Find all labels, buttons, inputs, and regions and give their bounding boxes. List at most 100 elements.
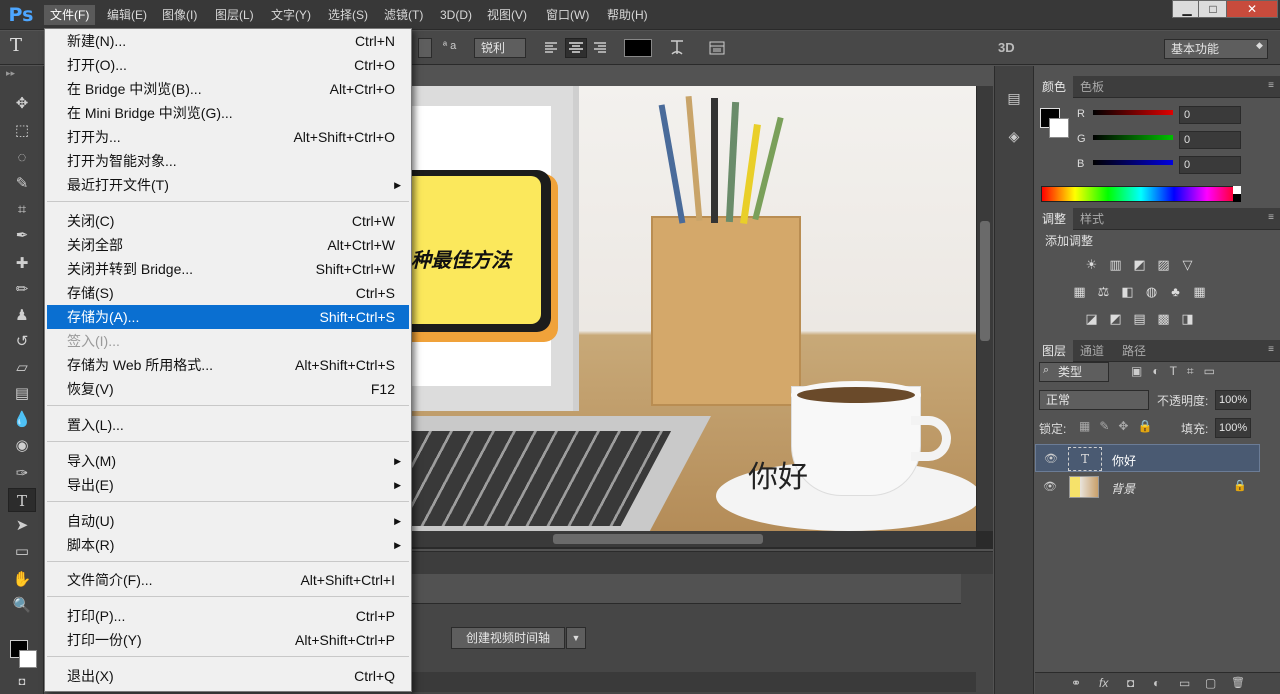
gradient-tool-icon[interactable]: ▤ xyxy=(8,382,36,406)
eyedropper-tool-icon[interactable]: ✒ xyxy=(8,224,36,248)
lock-icons[interactable]: ▦✎✥🔒 xyxy=(1079,419,1161,433)
menu-item-close-go-bridge[interactable]: 关闭并转到 Bridge... Shift+Ctrl+W xyxy=(47,257,409,281)
menu-item-print-one-copy[interactable]: 打印一份(Y) Alt+Shift+Ctrl+P xyxy=(47,628,409,652)
history-panel-icon[interactable]: ▤ xyxy=(1004,90,1024,110)
path-select-icon[interactable]: ➤ xyxy=(8,514,36,538)
menu-filter[interactable]: 滤镜(T) xyxy=(378,5,429,25)
3d-mode-label[interactable]: 3D xyxy=(998,40,1015,55)
channel-g-slider[interactable] xyxy=(1093,135,1173,140)
link-layers-icon[interactable]: ⚭ xyxy=(1071,676,1081,690)
rectangle-tool-icon[interactable]: ▭ xyxy=(8,540,36,564)
channel-mixer-icon[interactable]: ♣ xyxy=(1167,284,1184,299)
vibrance-icon[interactable]: ▽ xyxy=(1179,257,1196,272)
fx-icon[interactable]: fx xyxy=(1099,676,1108,690)
menu-item-automate[interactable]: 自动(U) ▶ xyxy=(47,509,409,533)
menu-item-place[interactable]: 置入(L)... xyxy=(47,413,409,437)
menu-item-open-as[interactable]: 打开为... Alt+Shift+Ctrl+O xyxy=(47,125,409,149)
close-button[interactable]: ✕ xyxy=(1226,0,1278,18)
new-layer-icon[interactable]: ▢ xyxy=(1205,676,1216,690)
create-video-timeline-button[interactable]: 创建视频时间轴 xyxy=(451,627,565,649)
align-left-icon[interactable] xyxy=(543,40,559,56)
menu-item-scripts[interactable]: 脚本(R) ▶ xyxy=(47,533,409,557)
opacity-input[interactable]: 100% xyxy=(1215,390,1251,410)
antialias-select[interactable]: 锐利 xyxy=(474,38,526,58)
zoom-tool-icon[interactable]: 🔍 xyxy=(8,594,36,618)
layer-name[interactable]: 背景 xyxy=(1111,480,1135,497)
menu-item-new[interactable]: 新建(N)... Ctrl+N xyxy=(47,29,409,53)
menu-item-save-as[interactable]: 存储为(A)... Shift+Ctrl+S xyxy=(47,305,409,329)
menu-help[interactable]: 帮助(H) xyxy=(601,5,654,25)
horizontal-scrollbar[interactable] xyxy=(411,531,976,547)
invert-icon[interactable]: ◪ xyxy=(1083,311,1100,326)
menu-view[interactable]: 视图(V) xyxy=(481,5,533,25)
properties-panel-icon[interactable]: ◈ xyxy=(1004,128,1024,148)
tab-color[interactable]: 颜色 xyxy=(1035,76,1074,98)
quick-select-tool-icon[interactable]: ✎ xyxy=(8,172,36,196)
color-balance-icon[interactable]: ⚖ xyxy=(1095,284,1112,299)
visibility-eye-icon[interactable]: 👁 xyxy=(1043,480,1057,493)
menu-item-revert[interactable]: 恢复(V) F12 xyxy=(47,377,409,401)
menu-layer[interactable]: 图层(L) xyxy=(209,5,260,25)
hand-tool-icon[interactable]: ✋ xyxy=(8,568,36,592)
menu-select[interactable]: 选择(S) xyxy=(322,5,374,25)
type-tool-icon[interactable]: T xyxy=(8,488,36,512)
brush-tool-icon[interactable]: ✏ xyxy=(8,278,36,302)
channel-r-value[interactable]: 0 xyxy=(1179,106,1241,124)
menu-item-save[interactable]: 存储(S) Ctrl+S xyxy=(47,281,409,305)
panel-menu-icon[interactable]: ≡ xyxy=(1268,344,1274,355)
menu-3d[interactable]: 3D(D) xyxy=(434,5,478,25)
chevron-down-icon[interactable] xyxy=(418,38,432,58)
warp-text-icon[interactable] xyxy=(668,37,686,57)
menu-type[interactable]: 文字(Y) xyxy=(265,5,317,25)
tab-paths[interactable]: 路径 xyxy=(1115,340,1153,362)
dodge-tool-icon[interactable]: ◉ xyxy=(8,434,36,458)
crop-tool-icon[interactable]: ⌗ xyxy=(8,198,36,222)
menu-item-exit[interactable]: 退出(X) Ctrl+Q xyxy=(47,664,409,688)
channel-b-value[interactable]: 0 xyxy=(1179,156,1241,174)
menu-item-open[interactable]: 打开(O)... Ctrl+O xyxy=(47,53,409,77)
workspace-select[interactable]: 基本功能 xyxy=(1164,39,1268,59)
menu-item-browse-mini-bridge[interactable]: 在 Mini Bridge 中浏览(G)... xyxy=(47,101,409,125)
blur-tool-icon[interactable]: 💧 xyxy=(8,408,36,432)
menu-edit[interactable]: 编辑(E) xyxy=(101,5,153,25)
new-group-icon[interactable]: ▭ xyxy=(1179,676,1190,690)
menu-item-close[interactable]: 关闭(C) Ctrl+W xyxy=(47,209,409,233)
threshold-icon[interactable]: ▤ xyxy=(1131,311,1148,326)
healing-brush-icon[interactable]: ✚ xyxy=(8,252,36,276)
posterize-icon[interactable]: ◩ xyxy=(1107,311,1124,326)
menu-item-import[interactable]: 导入(M) ▶ xyxy=(47,449,409,473)
text-color-swatch[interactable] xyxy=(624,39,652,57)
levels-icon[interactable]: ▥ xyxy=(1107,257,1124,272)
color-spectrum[interactable] xyxy=(1041,186,1241,202)
menu-window[interactable]: 窗口(W) xyxy=(540,5,595,25)
layer-row-text[interactable]: 👁 T 你好 xyxy=(1035,444,1260,472)
add-mask-icon[interactable]: ◘ xyxy=(1127,676,1134,690)
brightness-icon[interactable]: ☀ xyxy=(1083,257,1100,272)
panel-menu-icon[interactable]: ≡ xyxy=(1268,80,1274,91)
selective-color-icon[interactable]: ▩ xyxy=(1155,311,1172,326)
menu-item-close-all[interactable]: 关闭全部 Alt+Ctrl+W xyxy=(47,233,409,257)
curves-icon[interactable]: ◩ xyxy=(1131,257,1148,272)
menu-item-recent-files[interactable]: 最近打开文件(T) ▶ xyxy=(47,173,409,197)
layer-filter-icons[interactable]: ▣◐T⌗▭ xyxy=(1131,364,1225,379)
menu-image[interactable]: 图像(I) xyxy=(156,5,203,25)
fill-input[interactable]: 100% xyxy=(1215,418,1251,438)
lasso-tool-icon[interactable]: ◌ xyxy=(8,146,36,170)
menu-file[interactable]: 文件(F) xyxy=(44,5,96,25)
layer-filter-kind-select[interactable]: 类型 xyxy=(1039,362,1109,382)
adjustment-layer-icon[interactable]: ◐ xyxy=(1153,676,1160,690)
menu-item-file-info[interactable]: 文件简介(F)... Alt+Shift+Ctrl+I xyxy=(47,568,409,592)
menu-item-print[interactable]: 打印(P)... Ctrl+P xyxy=(47,604,409,628)
tab-channels[interactable]: 通道 xyxy=(1073,340,1111,362)
black-white-icon[interactable]: ◧ xyxy=(1119,284,1136,299)
marquee-tool-icon[interactable]: ⬚ xyxy=(8,119,36,143)
hue-saturation-icon[interactable]: ▦ xyxy=(1071,284,1088,299)
menu-item-open-smart-object[interactable]: 打开为智能对象... xyxy=(47,149,409,173)
background-color-swatch[interactable] xyxy=(1049,118,1069,138)
pen-tool-icon[interactable]: ✑ xyxy=(8,462,36,486)
panels-toggle-icon[interactable] xyxy=(708,39,726,57)
canvas-image[interactable]: 种最佳方法 你好 xyxy=(411,86,976,531)
tab-styles[interactable]: 样式 xyxy=(1073,208,1111,230)
trash-icon[interactable]: 🗑 xyxy=(1231,676,1245,689)
align-right-icon[interactable] xyxy=(592,40,608,56)
